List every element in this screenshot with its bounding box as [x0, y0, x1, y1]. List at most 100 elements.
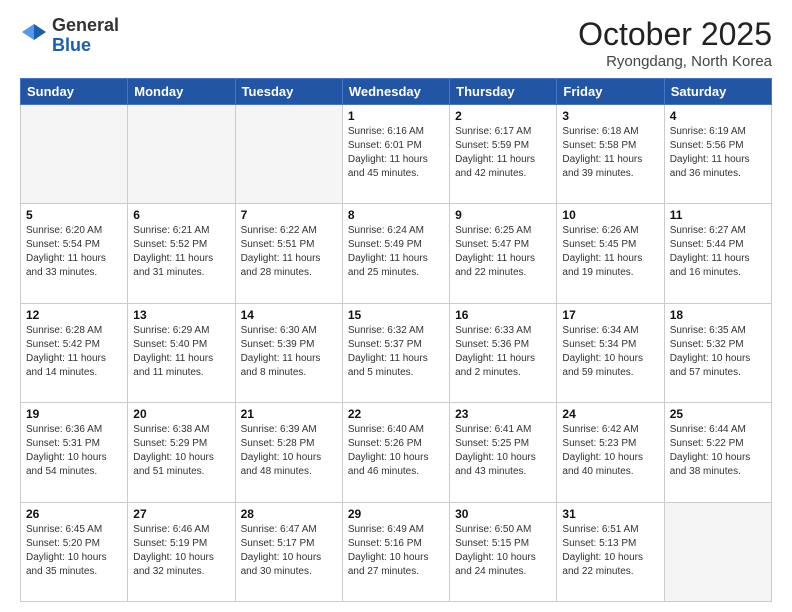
cell-info: Sunrise: 6:30 AM Sunset: 5:39 PM Dayligh…	[241, 324, 337, 380]
cell-info: Sunrise: 6:27 AM Sunset: 5:44 PM Dayligh…	[670, 224, 766, 280]
day-number: 26	[26, 507, 122, 521]
day-number: 23	[455, 407, 551, 421]
day-number: 28	[241, 507, 337, 521]
page: General Blue October 2025 Ryongdang, Nor…	[0, 0, 792, 612]
day-number: 5	[26, 208, 122, 222]
day-number: 31	[562, 507, 658, 521]
calendar-cell: 16Sunrise: 6:33 AM Sunset: 5:36 PM Dayli…	[450, 303, 557, 402]
calendar-week-5: 26 Sunrise: 6:45 AM Sunset: 5:20 PM Dayli…	[21, 502, 772, 601]
calendar-cell: 27 Sunrise: 6:46 AM Sunset: 5:19 PM Dayli…	[128, 502, 235, 601]
cell-info: Sunrise: 6:25 AM Sunset: 5:47 PM Dayligh…	[455, 224, 551, 280]
calendar-cell: 14Sunrise: 6:30 AM Sunset: 5:39 PM Dayli…	[235, 303, 342, 402]
col-sunday: Sunday	[21, 79, 128, 105]
day-number: 11	[670, 208, 766, 222]
calendar-cell: 15Sunrise: 6:32 AM Sunset: 5:37 PM Dayli…	[342, 303, 449, 402]
day-number: 17	[562, 308, 658, 322]
header: General Blue October 2025 Ryongdang, Nor…	[20, 16, 772, 70]
col-friday: Friday	[557, 79, 664, 105]
day-number: 27	[133, 507, 229, 521]
cell-info: Sunrise: 6:41 AM Sunset: 5:25 PM Dayligh…	[455, 423, 551, 479]
cell-info: Sunrise: 6:47 AM Sunset: 5:17 PM Dayligh…	[241, 523, 337, 579]
cell-info: Sunrise: 6:16 AM Sunset: 6:01 PM Dayligh…	[348, 125, 444, 181]
cell-info: Sunrise: 6:39 AM Sunset: 5:28 PM Dayligh…	[241, 423, 337, 479]
calendar-cell: 3Sunrise: 6:18 AM Sunset: 5:58 PM Daylig…	[557, 105, 664, 204]
location: Ryongdang, North Korea	[578, 53, 772, 70]
cell-info: Sunrise: 6:21 AM Sunset: 5:52 PM Dayligh…	[133, 224, 229, 280]
calendar-cell: 7 Sunrise: 6:22 AM Sunset: 5:51 PM Daylig…	[235, 204, 342, 303]
calendar-cell: 18Sunrise: 6:35 AM Sunset: 5:32 PM Dayli…	[664, 303, 771, 402]
day-number: 7	[241, 208, 337, 222]
month-title: October 2025	[578, 16, 772, 53]
day-number: 2	[455, 109, 551, 123]
cell-info: Sunrise: 6:51 AM Sunset: 5:13 PM Dayligh…	[562, 523, 658, 579]
cell-info: Sunrise: 6:33 AM Sunset: 5:36 PM Dayligh…	[455, 324, 551, 380]
day-number: 1	[348, 109, 444, 123]
cell-info: Sunrise: 6:38 AM Sunset: 5:29 PM Dayligh…	[133, 423, 229, 479]
day-number: 6	[133, 208, 229, 222]
calendar-cell: 26 Sunrise: 6:45 AM Sunset: 5:20 PM Dayli…	[21, 502, 128, 601]
day-number: 8	[348, 208, 444, 222]
col-tuesday: Tuesday	[235, 79, 342, 105]
calendar-cell: 20 Sunrise: 6:38 AM Sunset: 5:29 PM Dayli…	[128, 403, 235, 502]
calendar-cell: 29Sunrise: 6:49 AM Sunset: 5:16 PM Dayli…	[342, 502, 449, 601]
calendar-week-2: 5 Sunrise: 6:20 AM Sunset: 5:54 PM Daylig…	[21, 204, 772, 303]
cell-info: Sunrise: 6:24 AM Sunset: 5:49 PM Dayligh…	[348, 224, 444, 280]
cell-info: Sunrise: 6:45 AM Sunset: 5:20 PM Dayligh…	[26, 523, 122, 579]
calendar-cell: 11 Sunrise: 6:27 AM Sunset: 5:44 PM Dayli…	[664, 204, 771, 303]
cell-info: Sunrise: 6:36 AM Sunset: 5:31 PM Dayligh…	[26, 423, 122, 479]
logo: General Blue	[20, 16, 119, 56]
calendar-cell: 12Sunrise: 6:28 AM Sunset: 5:42 PM Dayli…	[21, 303, 128, 402]
day-number: 24	[562, 407, 658, 421]
calendar-cell: 13Sunrise: 6:29 AM Sunset: 5:40 PM Dayli…	[128, 303, 235, 402]
calendar-cell: 4Sunrise: 6:19 AM Sunset: 5:56 PM Daylig…	[664, 105, 771, 204]
day-number: 19	[26, 407, 122, 421]
day-number: 10	[562, 208, 658, 222]
cell-info: Sunrise: 6:40 AM Sunset: 5:26 PM Dayligh…	[348, 423, 444, 479]
day-number: 18	[670, 308, 766, 322]
col-monday: Monday	[128, 79, 235, 105]
calendar-week-1: 1 Sunrise: 6:16 AM Sunset: 6:01 PM Daylig…	[21, 105, 772, 204]
calendar-cell: 24 Sunrise: 6:42 AM Sunset: 5:23 PM Dayli…	[557, 403, 664, 502]
calendar-cell: 6 Sunrise: 6:21 AM Sunset: 5:52 PM Daylig…	[128, 204, 235, 303]
cell-info: Sunrise: 6:17 AM Sunset: 5:59 PM Dayligh…	[455, 125, 551, 181]
calendar-week-4: 19 Sunrise: 6:36 AM Sunset: 5:31 PM Dayli…	[21, 403, 772, 502]
calendar-header-row: Sunday Monday Tuesday Wednesday Thursday…	[21, 79, 772, 105]
col-wednesday: Wednesday	[342, 79, 449, 105]
cell-info: Sunrise: 6:29 AM Sunset: 5:40 PM Dayligh…	[133, 324, 229, 380]
day-number: 21	[241, 407, 337, 421]
day-number: 22	[348, 407, 444, 421]
calendar-cell: 17 Sunrise: 6:34 AM Sunset: 5:34 PM Dayli…	[557, 303, 664, 402]
calendar-cell: 31 Sunrise: 6:51 AM Sunset: 5:13 PM Dayli…	[557, 502, 664, 601]
calendar-cell: 30Sunrise: 6:50 AM Sunset: 5:15 PM Dayli…	[450, 502, 557, 601]
title-block: October 2025 Ryongdang, North Korea	[578, 16, 772, 70]
calendar-cell: 1 Sunrise: 6:16 AM Sunset: 6:01 PM Daylig…	[342, 105, 449, 204]
calendar-cell: 8 Sunrise: 6:24 AM Sunset: 5:49 PM Daylig…	[342, 204, 449, 303]
cell-info: Sunrise: 6:22 AM Sunset: 5:51 PM Dayligh…	[241, 224, 337, 280]
calendar-cell	[128, 105, 235, 204]
day-number: 25	[670, 407, 766, 421]
logo-icon	[20, 22, 48, 50]
calendar-cell: 9Sunrise: 6:25 AM Sunset: 5:47 PM Daylig…	[450, 204, 557, 303]
col-saturday: Saturday	[664, 79, 771, 105]
calendar-cell	[664, 502, 771, 601]
cell-info: Sunrise: 6:49 AM Sunset: 5:16 PM Dayligh…	[348, 523, 444, 579]
calendar-cell: 2 Sunrise: 6:17 AM Sunset: 5:59 PM Daylig…	[450, 105, 557, 204]
calendar-table: Sunday Monday Tuesday Wednesday Thursday…	[20, 78, 772, 602]
calendar-cell: 10Sunrise: 6:26 AM Sunset: 5:45 PM Dayli…	[557, 204, 664, 303]
cell-info: Sunrise: 6:34 AM Sunset: 5:34 PM Dayligh…	[562, 324, 658, 380]
cell-info: Sunrise: 6:44 AM Sunset: 5:22 PM Dayligh…	[670, 423, 766, 479]
cell-info: Sunrise: 6:42 AM Sunset: 5:23 PM Dayligh…	[562, 423, 658, 479]
day-number: 15	[348, 308, 444, 322]
logo-text: General Blue	[52, 16, 119, 56]
cell-info: Sunrise: 6:19 AM Sunset: 5:56 PM Dayligh…	[670, 125, 766, 181]
day-number: 12	[26, 308, 122, 322]
cell-info: Sunrise: 6:50 AM Sunset: 5:15 PM Dayligh…	[455, 523, 551, 579]
cell-info: Sunrise: 6:20 AM Sunset: 5:54 PM Dayligh…	[26, 224, 122, 280]
calendar-cell: 21 Sunrise: 6:39 AM Sunset: 5:28 PM Dayli…	[235, 403, 342, 502]
cell-info: Sunrise: 6:18 AM Sunset: 5:58 PM Dayligh…	[562, 125, 658, 181]
calendar-cell: 22 Sunrise: 6:40 AM Sunset: 5:26 PM Dayli…	[342, 403, 449, 502]
calendar-cell	[21, 105, 128, 204]
day-number: 20	[133, 407, 229, 421]
calendar-cell: 25 Sunrise: 6:44 AM Sunset: 5:22 PM Dayli…	[664, 403, 771, 502]
cell-info: Sunrise: 6:46 AM Sunset: 5:19 PM Dayligh…	[133, 523, 229, 579]
